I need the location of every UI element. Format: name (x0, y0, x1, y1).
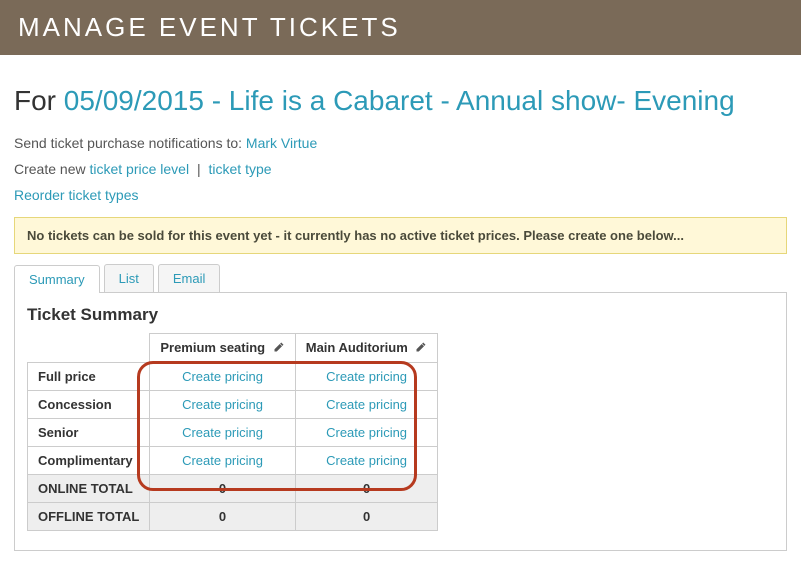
tab-panel-summary: Ticket Summary Premium seating Main Audi (14, 292, 787, 551)
col-header-empty (28, 334, 150, 363)
col-header-premium-label: Premium seating (160, 340, 265, 355)
ticket-summary-table: Premium seating Main Auditorium (27, 333, 438, 531)
online-total-premium: 0 (150, 475, 295, 503)
page-title: For 05/09/2015 - Life is a Cabaret - Ann… (14, 85, 787, 117)
page-title-prefix: For (14, 85, 64, 116)
event-title-link[interactable]: 05/09/2015 - Life is a Cabaret - Annual … (64, 85, 735, 116)
edit-icon[interactable] (273, 341, 285, 356)
notifications-label: Send ticket purchase notifications to: (14, 135, 246, 151)
create-new-line: Create new ticket price level | ticket t… (14, 161, 787, 177)
create-pricing-link[interactable]: Create pricing (326, 425, 407, 440)
create-pricing-link[interactable]: Create pricing (326, 453, 407, 468)
offline-total-main: 0 (295, 503, 438, 531)
header-title: MANAGE EVENT TICKETS (18, 12, 401, 42)
offline-total-premium: 0 (150, 503, 295, 531)
create-pricing-link[interactable]: Create pricing (182, 369, 263, 384)
col-header-main: Main Auditorium (295, 334, 438, 363)
online-total-label: ONLINE TOTAL (28, 475, 150, 503)
create-price-level-link[interactable]: ticket price level (89, 161, 189, 177)
row-label: Full price (28, 363, 150, 391)
reorder-ticket-types-link[interactable]: Reorder ticket types (14, 187, 139, 203)
panel-title: Ticket Summary (27, 305, 774, 325)
create-pricing-link[interactable]: Create pricing (326, 397, 407, 412)
tabs: Summary List Email (14, 264, 787, 292)
notifications-line: Send ticket purchase notifications to: M… (14, 135, 787, 151)
create-pricing-link[interactable]: Create pricing (326, 369, 407, 384)
create-new-separator: | (193, 161, 204, 177)
notifications-recipient-link[interactable]: Mark Virtue (246, 135, 317, 151)
row-label: Complimentary (28, 447, 150, 475)
online-total-main: 0 (295, 475, 438, 503)
col-header-premium: Premium seating (150, 334, 295, 363)
offline-total-row: OFFLINE TOTAL 0 0 (28, 503, 438, 531)
row-label: Senior (28, 419, 150, 447)
create-new-label: Create new (14, 161, 89, 177)
reorder-line: Reorder ticket types (14, 187, 787, 203)
tab-email[interactable]: Email (158, 264, 221, 292)
col-header-main-label: Main Auditorium (306, 340, 408, 355)
edit-icon[interactable] (415, 341, 427, 356)
table-row: Complimentary Create pricing Create pric… (28, 447, 438, 475)
tab-list[interactable]: List (104, 264, 154, 292)
page-header-bar: MANAGE EVENT TICKETS (0, 0, 801, 55)
online-total-row: ONLINE TOTAL 0 0 (28, 475, 438, 503)
tab-summary[interactable]: Summary (14, 265, 100, 293)
create-pricing-link[interactable]: Create pricing (182, 397, 263, 412)
create-pricing-link[interactable]: Create pricing (182, 425, 263, 440)
table-row: Concession Create pricing Create pricing (28, 391, 438, 419)
no-prices-alert: No tickets can be sold for this event ye… (14, 217, 787, 254)
create-ticket-type-link[interactable]: ticket type (209, 161, 272, 177)
offline-total-label: OFFLINE TOTAL (28, 503, 150, 531)
row-label: Concession (28, 391, 150, 419)
create-pricing-link[interactable]: Create pricing (182, 453, 263, 468)
table-row: Full price Create pricing Create pricing (28, 363, 438, 391)
table-row: Senior Create pricing Create pricing (28, 419, 438, 447)
